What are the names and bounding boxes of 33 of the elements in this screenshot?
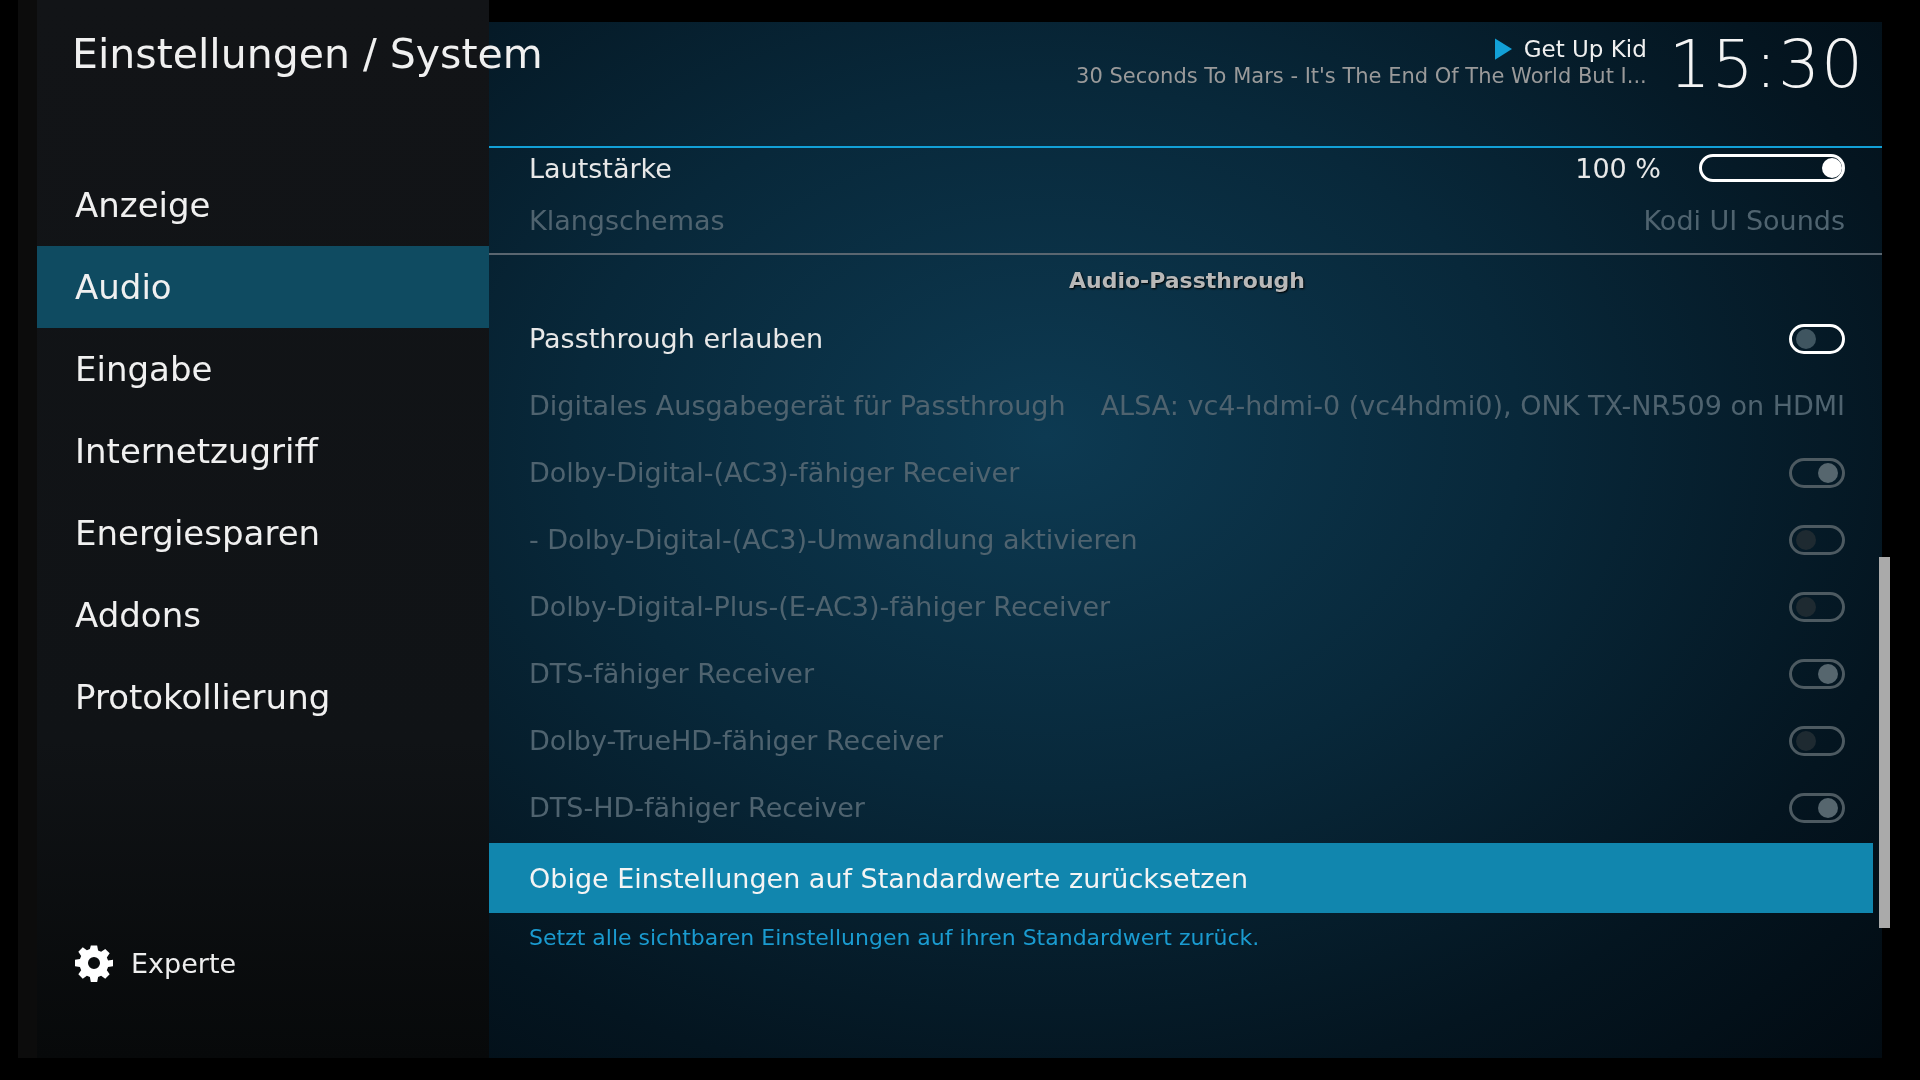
setting-value: Kodi UI Sounds <box>1643 205 1845 236</box>
setting-description: Setzt alle sichtbaren Einstellungen auf ihren Standardwert zurück. <box>528 924 1261 950</box>
setting-label: Dolby-Digital-(AC3)-fähiger Receiver <box>529 457 1020 488</box>
setting-label[interactable]: Lautstärke <box>529 152 672 184</box>
settings-icon[interactable] <box>75 944 113 982</box>
sidebar-item[interactable]: Energiesparen <box>37 492 489 574</box>
scrollbar[interactable] <box>1879 557 1890 928</box>
setting-label: Klangschemas <box>529 205 725 236</box>
setting-label: Digitales Ausgabegerät für Passthrough <box>529 390 1066 421</box>
toggle-switch[interactable] <box>1789 323 1845 354</box>
sidebar-item[interactable]: Internetzugriff <box>37 410 489 492</box>
page-title: Einstellungen / System <box>72 30 543 78</box>
song-artist: 30 Seconds To Mars - It's The End Of The World But I... <box>1076 64 1647 88</box>
sidebar-item[interactable]: Anzeige <box>37 164 489 246</box>
volume-slider[interactable] <box>1699 154 1845 182</box>
reset-button[interactable]: Obige Einstellungen auf Standardwerte zurücksetzen <box>489 843 1873 913</box>
clock: 15:30 <box>1668 32 1864 98</box>
setting-label: DTS-fähiger Receiver <box>529 658 815 689</box>
setting-label: - Dolby-Digital-(AC3)-Umwandlung aktivieren <box>529 524 1138 555</box>
setting-label: Dolby-Digital-Plus-(E-AC3)-fähiger Receiver <box>529 591 1111 622</box>
song-title: Get Up Kid <box>1523 36 1647 62</box>
setting-value: 100 % <box>1575 152 1661 184</box>
section-heading: Audio-Passthrough <box>1069 267 1305 293</box>
expert-mode-label[interactable]: Experte <box>131 947 237 979</box>
sidebar-item[interactable]: Audio <box>37 246 489 328</box>
sidebar-item[interactable]: Protokollierung <box>37 656 489 738</box>
sidebar-item[interactable]: Addons <box>37 574 489 656</box>
sidebar-item[interactable]: Eingabe <box>37 328 489 410</box>
setting-label[interactable]: Passthrough erlauben <box>529 323 824 354</box>
setting-label: DTS-HD-fähiger Receiver <box>529 792 865 823</box>
setting-label: Dolby-TrueHD-fähiger Receiver <box>529 725 943 756</box>
setting-value: ALSA: vc4-hdmi-0 (vc4hdmi0), ONK TX-NR509 on HDMI <box>1100 390 1845 421</box>
slider-thumb[interactable] <box>1822 158 1842 178</box>
